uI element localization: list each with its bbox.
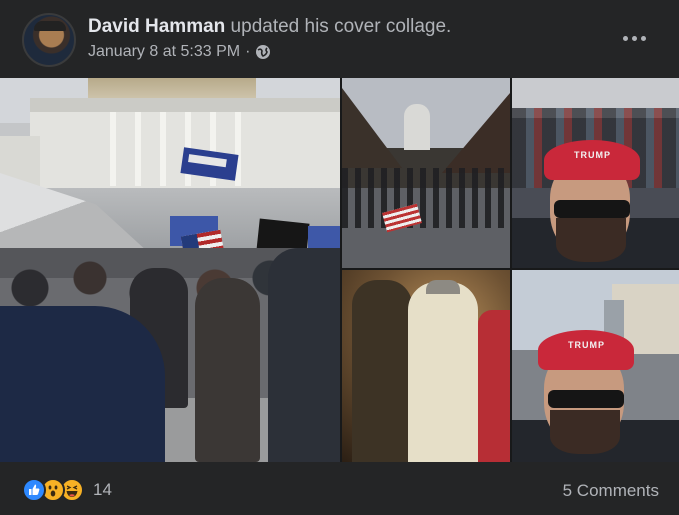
sunglasses: [554, 200, 630, 218]
trees: [442, 93, 510, 173]
post-card: David Hamman updated his cover collage. …: [0, 0, 679, 515]
person: [408, 280, 478, 462]
cap-text: TRUMP: [568, 340, 605, 350]
capitol-dome-distant: [404, 104, 430, 150]
capitol-crowd-photo[interactable]: [0, 78, 340, 462]
post-footer: 14 5 Comments: [0, 462, 679, 515]
capitol-column: [235, 112, 241, 186]
capitol-column: [135, 112, 141, 186]
capitol-roof: [30, 98, 340, 112]
street-march-photo[interactable]: [342, 78, 510, 268]
capitol-column: [160, 112, 166, 186]
post-timestamp-link[interactable]: January 8 at 5:33 PM: [88, 43, 240, 61]
person: [478, 310, 510, 462]
dot: [631, 35, 637, 41]
like-icon: [22, 478, 46, 502]
red-cap: [538, 330, 634, 370]
post-header: David Hamman updated his cover collage. …: [0, 0, 679, 78]
sunglasses: [548, 390, 624, 408]
cap-text: TRUMP: [574, 150, 611, 160]
marching-crowd: [342, 168, 510, 228]
trees: [342, 88, 402, 168]
capitol-dome: [88, 78, 256, 100]
selfie-red-cap-photo[interactable]: TRUMP: [512, 78, 679, 268]
reactions-summary[interactable]: 14: [22, 478, 112, 502]
post-action-text: updated his cover collage.: [225, 16, 452, 37]
post-title-line: David Hamman updated his cover collage.: [88, 16, 451, 38]
globe-icon[interactable]: [255, 44, 271, 60]
selfie-red-cap-photo-2[interactable]: TRUMP: [512, 270, 679, 462]
more-options-icon[interactable]: [612, 20, 656, 56]
post-meta: January 8 at 5:33 PM ·: [88, 43, 271, 61]
reaction-count: 14: [93, 480, 112, 499]
foreground-hood: [0, 306, 165, 462]
dot: [640, 35, 646, 41]
red-cap: [544, 140, 640, 180]
person: [352, 280, 412, 462]
capitol-column: [110, 112, 116, 186]
author-avatar[interactable]: [22, 13, 76, 67]
beard: [550, 410, 620, 454]
meta-separator: ·: [245, 43, 251, 60]
author-name-link[interactable]: David Hamman: [88, 16, 225, 37]
beard: [556, 218, 626, 262]
dot: [622, 35, 628, 41]
cover-collage[interactable]: TRUMP TRUMP: [0, 78, 679, 462]
hallway-photo[interactable]: [342, 270, 510, 462]
person: [268, 248, 340, 462]
blue-flag: [308, 226, 340, 250]
comments-count-link[interactable]: 5 Comments: [563, 481, 659, 501]
person: [195, 278, 260, 462]
